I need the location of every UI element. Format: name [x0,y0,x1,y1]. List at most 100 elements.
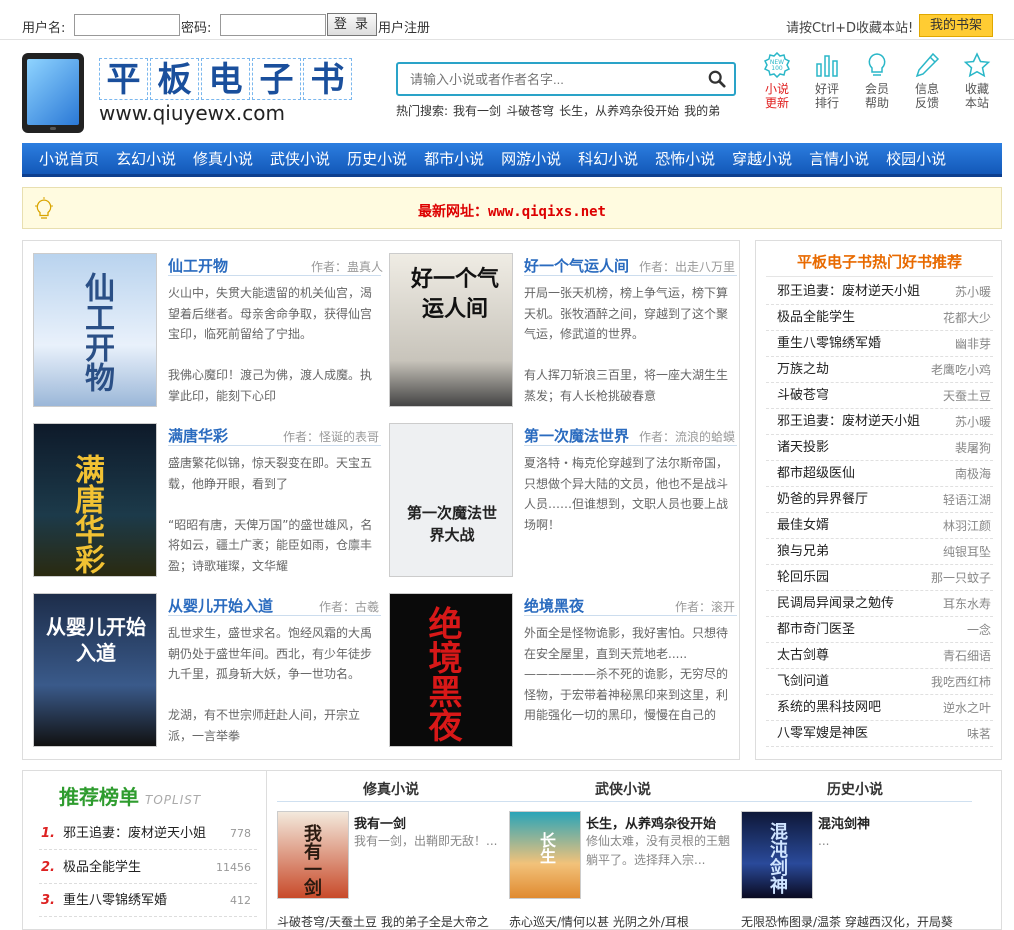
book-cover[interactable]: 长生 [509,811,581,899]
hot-book-row[interactable]: 极品全能学生 花都大少 [766,305,993,331]
book-cover[interactable]: 我有一剑 [277,811,349,899]
hot-book-row[interactable]: 万族之劫 老鹰吃小鸡 [766,357,993,383]
hot-book-row[interactable]: 奶爸的异界餐厅 轻语江湖 [766,487,993,513]
nav-item-chuanyue[interactable]: 穿越小说 [724,143,800,175]
hot-search-link[interactable]: 长生，从养鸡杂役开始 [559,104,679,118]
nav-item-yanqing[interactable]: 言情小说 [801,143,877,175]
book-cover[interactable]: 好一个气运人间 [389,253,513,407]
search-icon[interactable] [708,70,726,88]
hot-book-title[interactable]: 奶爸的异界餐厅 [777,487,868,513]
hot-book-row[interactable]: 民调局异闻录之勉传 耳东水寿 [766,591,993,617]
hot-book-row[interactable]: 八零军嫂是神医 味茗 [766,721,993,747]
my-bookshelf-button[interactable]: 我的书架 [919,14,993,37]
hot-search-link[interactable]: 斗破苍穹 [506,104,554,118]
hot-book-row[interactable]: 重生八零锦绣军婚 幽非芽 [766,331,993,357]
book-cover[interactable]: 仙工开物 [33,253,157,407]
hot-book-title[interactable]: 重生八零锦绣军婚 [777,331,881,357]
hot-book-row[interactable]: 斗破苍穹 天蚕土豆 [766,383,993,409]
password-input[interactable] [220,14,326,36]
book-card[interactable]: 满唐华彩 满唐华彩 作者：怪诞的表哥 盛唐繁花似锦，惊天裂变在即。天宝五载，他睁… [23,411,381,577]
hot-book-row[interactable]: 都市奇门医圣 一念 [766,617,993,643]
book-card[interactable]: 绝境黑夜 绝境黑夜 作者：滚开 外面全是怪物诡影，我好害怕。只想待在安全屋里，直… [379,581,737,747]
book-title[interactable]: 满唐华彩 [168,425,228,446]
hot-book-row[interactable]: 都市超级医仙 南极海 [766,461,993,487]
hot-book-title[interactable]: 极品全能学生 [777,305,855,331]
hot-book-title[interactable]: 系统的黑科技网吧 [777,695,881,721]
book-card[interactable]: 第一次魔法世界大战 第一次魔法世界 作者：流浪的蛤蟆 夏洛特・梅克伦穿越到了法尔… [379,411,737,577]
hot-book-title[interactable]: 飞剑问道 [777,669,829,695]
nav-item-kongbu[interactable]: 恐怖小说 [647,143,723,175]
hot-book-row[interactable]: 飞剑问道 我吃西红柿 [766,669,993,695]
hot-book-title[interactable]: 万族之劫 [777,357,829,383]
hot-book-row[interactable]: 最佳女婿 林羽江颜 [766,513,993,539]
book-card[interactable]: 从婴儿开始入道 从婴儿开始入道 作者：古羲 乱世求生，盛世求名。饱经风霜的大禹朝… [23,581,381,747]
nav-item-xiuzhen[interactable]: 修真小说 [185,143,261,175]
book-title[interactable]: 我有一剑 [354,813,406,832]
book-card[interactable]: 仙工开物 仙工开物 作者：蛊真人 火山中，失贯大能遗留的机关仙宫，渴望着后继者。… [23,241,383,407]
book-cover[interactable]: 满唐华彩 [33,423,157,577]
hot-book-title[interactable]: 最佳女婿 [777,513,829,539]
hot-book-row[interactable]: 狼与兄弟 纯银耳坠 [766,539,993,565]
book-title[interactable]: 混沌剑神 [818,813,870,832]
novel-update-link[interactable]: NEW 100 小说 更新 [757,52,797,110]
member-help-link[interactable]: 会员 帮助 [857,52,897,110]
hot-book-row[interactable]: 邪王追妻：废材逆天小姐 苏小暖 [766,279,993,305]
hot-book-row[interactable]: 轮回乐园 那一只蚊子 [766,565,993,591]
hot-book-title[interactable]: 狼与兄弟 [777,539,829,565]
rating-rank-link[interactable]: 好评 排行 [807,52,847,110]
feedback-link[interactable]: 信息 反馈 [907,52,947,110]
site-logo[interactable]: 平板电子书 www.qiuyewx.com [22,53,352,133]
category-book[interactable]: 混沌剑神 混沌剑神 ... [741,811,966,901]
login-button[interactable]: 登 录 [327,13,377,36]
tab-lishi[interactable]: 历史小说 [827,779,883,799]
bookmark-site-link[interactable]: 收藏 本站 [957,52,997,110]
category-more-links[interactable]: 无限恐怖图录/温茶 穿越西汉化，开局葵 [741,913,953,930]
hot-book-title[interactable]: 邪王追妻：废材逆天小姐 [777,279,920,305]
nav-item-home[interactable]: 小说首页 [31,143,107,175]
book-title[interactable]: 仙工开物 [168,255,228,276]
toplist-row[interactable]: 3. 重生八零锦绣军婚 412 [39,884,257,917]
nav-item-wangyou[interactable]: 网游小说 [493,143,569,175]
book-cover[interactable]: 第一次魔法世界大战 [389,423,513,577]
nav-item-kehuan[interactable]: 科幻小说 [570,143,646,175]
tab-xiuzhen[interactable]: 修真小说 [363,779,419,799]
hot-book-title[interactable]: 民调局异闻录之勉传 [777,591,894,617]
hot-search-link[interactable]: 我有一剑 [453,104,501,118]
nav-item-xuanhuan[interactable]: 玄幻小说 [108,143,184,175]
category-book[interactable]: 长生 长生，从养鸡杂役开始 修仙太难，没有灵根的王魍躺平了。选择拜入宗... [509,811,734,901]
hot-book-row[interactable]: 邪王追妻：废材逆天小姐 苏小暖 [766,409,993,435]
nav-item-dushi[interactable]: 都市小说 [416,143,492,175]
hot-book-row[interactable]: 太古剑尊 青石细语 [766,643,993,669]
hot-book-title[interactable]: 都市奇门医圣 [777,617,855,643]
tab-wuxia[interactable]: 武侠小说 [595,779,651,799]
book-cover[interactable]: 混沌剑神 [741,811,813,899]
latest-url[interactable]: 最新网址：www.qiqixs.net [23,201,1001,221]
nav-item-wuxia[interactable]: 武侠小说 [262,143,338,175]
hot-book-title[interactable]: 八零军嫂是神医 [777,721,868,747]
hot-book-title[interactable]: 邪王追妻：废材逆天小姐 [777,409,920,435]
hot-search-link[interactable]: 我的弟 [684,104,720,118]
book-title[interactable]: 绝境黑夜 [524,595,584,616]
toplist-row[interactable]: 2. 极品全能学生 11456 [39,851,257,884]
book-cover[interactable]: 绝境黑夜 [389,593,513,747]
book-title[interactable]: 长生，从养鸡杂役开始 [586,813,716,832]
book-title[interactable]: 第一次魔法世界 [524,425,629,446]
hot-book-title[interactable]: 斗破苍穹 [777,383,829,409]
username-input[interactable] [74,14,180,36]
book-card[interactable]: 好一个气运人间 好一个气运人间 作者：出走八万里 开局一张天机榜，榜上争气运，榜… [379,241,737,407]
book-title[interactable]: 好一个气运人间 [524,255,629,276]
hot-book-title[interactable]: 都市超级医仙 [777,461,855,487]
hot-book-title[interactable]: 太古剑尊 [777,643,829,669]
hot-book-row[interactable]: 系统的黑科技网吧 逆水之叶 [766,695,993,721]
hot-book-row[interactable]: 诸天投影 裴屠狗 [766,435,993,461]
register-link[interactable]: 用户注册 [378,17,430,36]
category-more-links[interactable]: 斗破苍穹/天蚕土豆 我的弟子全是大帝之 [277,913,489,930]
search-input[interactable] [398,64,688,94]
nav-item-lishi[interactable]: 历史小说 [339,143,415,175]
category-book[interactable]: 我有一剑 我有一剑 我有一剑，出鞘即无敌！... [277,811,502,901]
hot-book-title[interactable]: 轮回乐园 [777,565,829,591]
nav-item-xiaoyuan[interactable]: 校园小说 [878,143,954,175]
book-title[interactable]: 从婴儿开始入道 [168,595,273,616]
hot-book-title[interactable]: 诸天投影 [777,435,829,461]
book-cover[interactable]: 从婴儿开始入道 [33,593,157,747]
